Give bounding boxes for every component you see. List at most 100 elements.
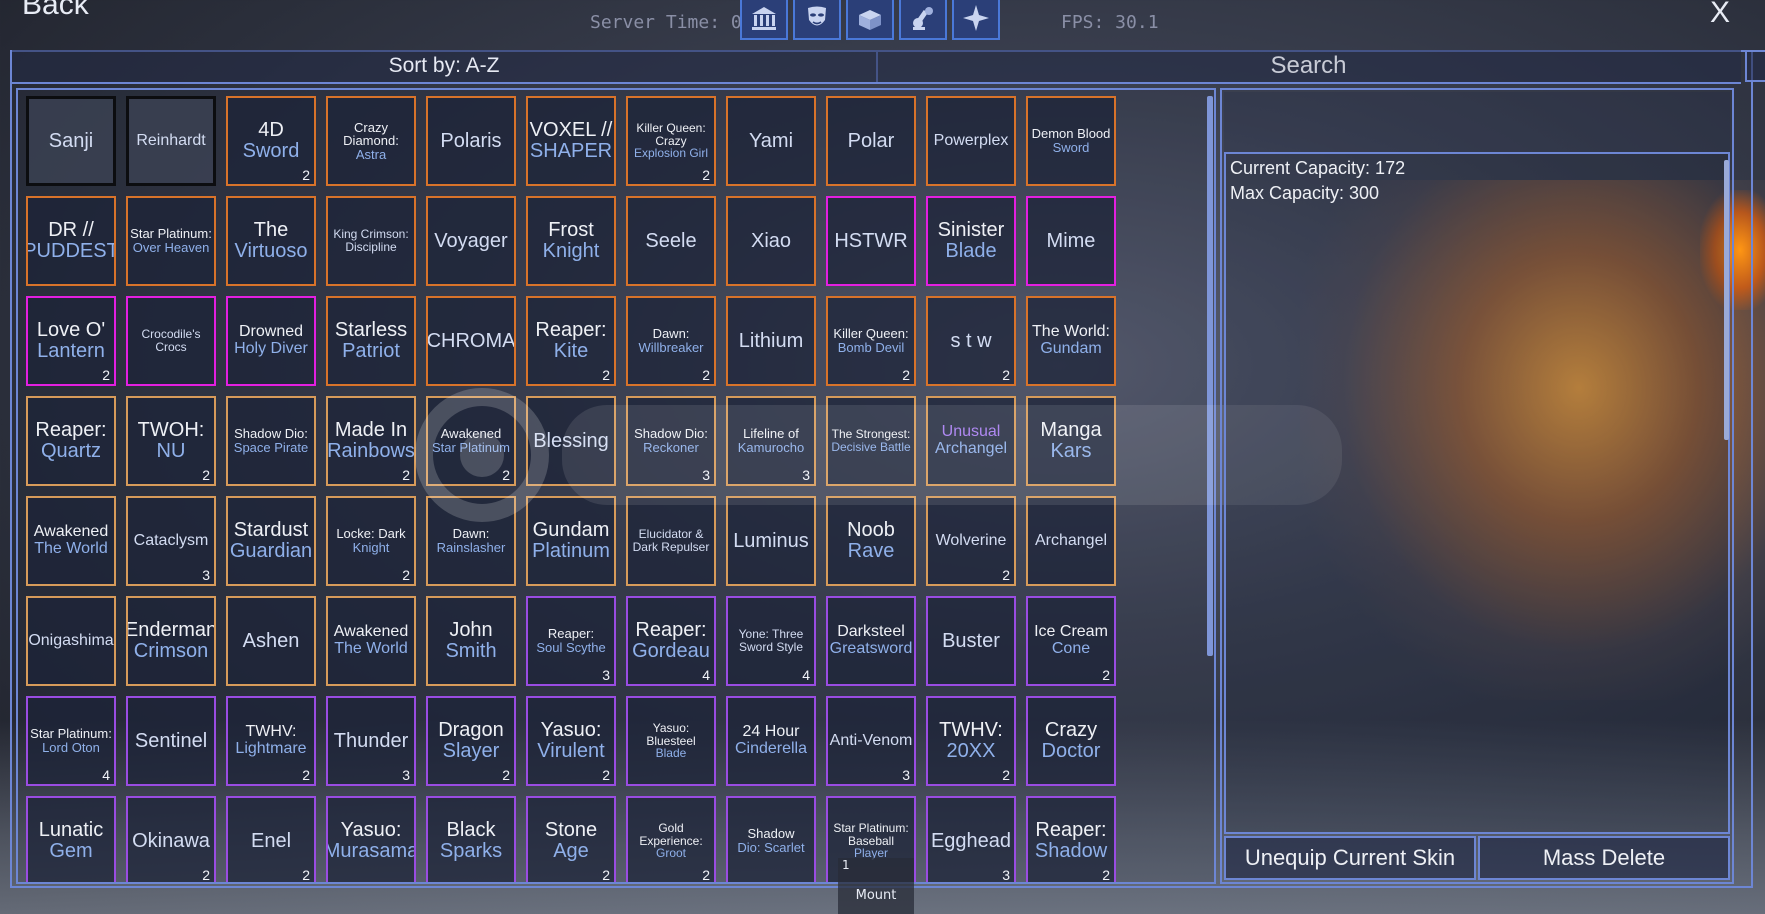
skin-tile[interactable]: The Virtuoso bbox=[226, 196, 316, 286]
skin-tile[interactable]: Yasuo: Murasama bbox=[326, 796, 416, 882]
close-button[interactable]: X bbox=[1710, 0, 1730, 30]
capacity-scrollbar[interactable] bbox=[1724, 160, 1729, 440]
skin-tile[interactable]: Yami bbox=[726, 96, 816, 186]
skin-tile[interactable]: King Crimson: Discipline bbox=[326, 196, 416, 286]
mass-delete-button[interactable]: Mass Delete bbox=[1478, 836, 1730, 880]
skin-tile[interactable]: 4D Sword 2 bbox=[226, 96, 316, 186]
skin-tile[interactable]: Yone: Three Sword Style 4 bbox=[726, 596, 816, 686]
skin-tile[interactable]: Noob Rave bbox=[826, 496, 916, 586]
skin-tile[interactable]: CHROMA bbox=[426, 296, 516, 386]
skin-tile[interactable]: Polaris bbox=[426, 96, 516, 186]
skin-tile[interactable]: HSTWR bbox=[826, 196, 916, 286]
skin-tile[interactable]: Yasuo: Bluesteel Blade bbox=[626, 696, 716, 786]
skin-tile[interactable]: DR //PUDDEST bbox=[26, 196, 116, 286]
skin-tile[interactable]: Made In Rainbows 2 bbox=[326, 396, 416, 486]
skin-tile[interactable]: Love O' Lantern 2 bbox=[26, 296, 116, 386]
skin-tile[interactable]: Buster bbox=[926, 596, 1016, 686]
skin-tile[interactable]: Polar bbox=[826, 96, 916, 186]
skin-tile[interactable]: Ashen bbox=[226, 596, 316, 686]
sparkle-icon[interactable] bbox=[952, 0, 1000, 40]
skin-tile[interactable]: John Smith bbox=[426, 596, 516, 686]
skin-tile[interactable]: Dawn: Willbreaker 2 bbox=[626, 296, 716, 386]
skin-tile[interactable]: Onigashima bbox=[26, 596, 116, 686]
skin-tile[interactable]: Dawn: Rainslasher bbox=[426, 496, 516, 586]
skin-tile[interactable]: Enel 2 bbox=[226, 796, 316, 882]
skin-tile[interactable]: Reaper: Shadow 2 bbox=[1026, 796, 1116, 882]
unequip-skin-button[interactable]: Unequip Current Skin bbox=[1224, 836, 1476, 880]
skin-tile[interactable]: Gold Experience: Groot 2 bbox=[626, 796, 716, 882]
skin-tile[interactable]: VOXEL //SHAPER bbox=[526, 96, 616, 186]
hotbar-slot-mount[interactable]: 1 Mount bbox=[838, 858, 914, 914]
skin-tile[interactable]: TWHV: 20XX 2 bbox=[926, 696, 1016, 786]
skin-tile[interactable]: Dragon Slayer 2 bbox=[426, 696, 516, 786]
skin-tile[interactable]: Lithium bbox=[726, 296, 816, 386]
skin-tile[interactable]: Reaper: Kite 2 bbox=[526, 296, 616, 386]
skin-tile[interactable]: Powerplex bbox=[926, 96, 1016, 186]
skin-tile[interactable]: s t w 2 bbox=[926, 296, 1016, 386]
search-input[interactable]: Search bbox=[876, 50, 1741, 84]
skin-tile[interactable]: Voyager bbox=[426, 196, 516, 286]
skin-tile[interactable]: Shadow Dio: Space Pirate bbox=[226, 396, 316, 486]
grid-scrollbar[interactable] bbox=[1207, 96, 1213, 656]
skin-tile[interactable]: Locke: Dark Knight 2 bbox=[326, 496, 416, 586]
sort-dropdown[interactable]: Sort by: A-Z bbox=[12, 50, 878, 84]
mask-icon[interactable] bbox=[793, 0, 841, 40]
skin-tile[interactable]: Crocodile's Crocs bbox=[126, 296, 216, 386]
skin-tile[interactable]: Stardust Guardian bbox=[226, 496, 316, 586]
skin-tile[interactable]: Sinister Blade bbox=[926, 196, 1016, 286]
skin-tile[interactable]: Seele bbox=[626, 196, 716, 286]
side-tab[interactable] bbox=[1745, 50, 1765, 82]
skin-tile[interactable]: Sanji bbox=[26, 96, 116, 186]
skin-tile[interactable]: Lifeline of Kamurocho 3 bbox=[726, 396, 816, 486]
skin-tile[interactable]: Crazy Diamond: Astra bbox=[326, 96, 416, 186]
skin-tile[interactable]: Xiao bbox=[726, 196, 816, 286]
skin-tile[interactable]: The Strongest: Decisive Battle bbox=[826, 396, 916, 486]
skin-tile[interactable]: Demon Blood Sword bbox=[1026, 96, 1116, 186]
skin-tile[interactable]: Awakened The World bbox=[326, 596, 416, 686]
chest-icon[interactable] bbox=[846, 0, 894, 40]
skin-tile[interactable]: Egghead 3 bbox=[926, 796, 1016, 882]
skin-tile[interactable]: Ice Cream Cone 2 bbox=[1026, 596, 1116, 686]
robot-arm-icon[interactable] bbox=[899, 0, 947, 40]
skin-tile[interactable]: 24 Hour Cinderella bbox=[726, 696, 816, 786]
skin-tile[interactable]: Killer Queen: Bomb Devil 2 bbox=[826, 296, 916, 386]
skin-tile[interactable]: Reaper: Gordeau 4 bbox=[626, 596, 716, 686]
skin-tile[interactable]: Shadow Dio: Scarlet bbox=[726, 796, 816, 882]
skin-tile[interactable]: Yasuo: Virulent 2 bbox=[526, 696, 616, 786]
skin-tile[interactable]: Drowned Holy Diver bbox=[226, 296, 316, 386]
skin-tile[interactable]: Reaper: Soul Scythe 3 bbox=[526, 596, 616, 686]
skin-tile[interactable]: Star Platinum: Over Heaven bbox=[126, 196, 216, 286]
skin-tile[interactable]: Manga Kars bbox=[1026, 396, 1116, 486]
skin-tile[interactable]: Gundam Platinum bbox=[526, 496, 616, 586]
skin-tile[interactable]: Reaper: Quartz bbox=[26, 396, 116, 486]
skin-tile[interactable]: Elucidator & Dark Repulser bbox=[626, 496, 716, 586]
skin-tile[interactable]: Mime bbox=[1026, 196, 1116, 286]
skin-tile[interactable]: Wolverine 2 bbox=[926, 496, 1016, 586]
skin-tile[interactable]: Sentinel bbox=[126, 696, 216, 786]
skin-tile[interactable]: Starless Patriot bbox=[326, 296, 416, 386]
skin-tile[interactable]: Black Sparks bbox=[426, 796, 516, 882]
skin-tile[interactable]: TWHV: Lightmare 2 bbox=[226, 696, 316, 786]
skin-tile[interactable]: Unusual Archangel bbox=[926, 396, 1016, 486]
skin-tile[interactable]: Stone Age 2 bbox=[526, 796, 616, 882]
skin-tile[interactable]: Cataclysm 3 bbox=[126, 496, 216, 586]
back-button[interactable]: Back bbox=[22, 0, 89, 22]
skin-tile[interactable]: Frost Knight bbox=[526, 196, 616, 286]
skin-tile[interactable]: Blessing bbox=[526, 396, 616, 486]
skin-tile[interactable]: TWOH: NU 2 bbox=[126, 396, 216, 486]
skin-tile[interactable]: Enderman Crimson bbox=[126, 596, 216, 686]
skin-tile[interactable]: Shadow Dio: Reckoner 3 bbox=[626, 396, 716, 486]
skin-tile[interactable]: Luminus bbox=[726, 496, 816, 586]
skin-tile[interactable]: Okinawa 2 bbox=[126, 796, 216, 882]
skin-tile[interactable]: Awakened The World bbox=[26, 496, 116, 586]
skin-tile[interactable]: Lunatic Gem bbox=[26, 796, 116, 882]
skin-tile[interactable]: Killer Queen: Crazy Explosion Girl 2 bbox=[626, 96, 716, 186]
skin-tile[interactable]: Thunder 3 bbox=[326, 696, 416, 786]
skin-tile[interactable]: The World: Gundam bbox=[1026, 296, 1116, 386]
skin-tile[interactable]: Star Platinum: Lord Oton 4 bbox=[26, 696, 116, 786]
skin-tile[interactable]: Awakened Star Platinum 2 bbox=[426, 396, 516, 486]
skin-tile[interactable]: Anti-Venom 3 bbox=[826, 696, 916, 786]
skin-tile[interactable]: Reinhardt bbox=[126, 96, 216, 186]
skin-tile[interactable]: Archangel bbox=[1026, 496, 1116, 586]
bank-icon[interactable] bbox=[740, 0, 788, 40]
